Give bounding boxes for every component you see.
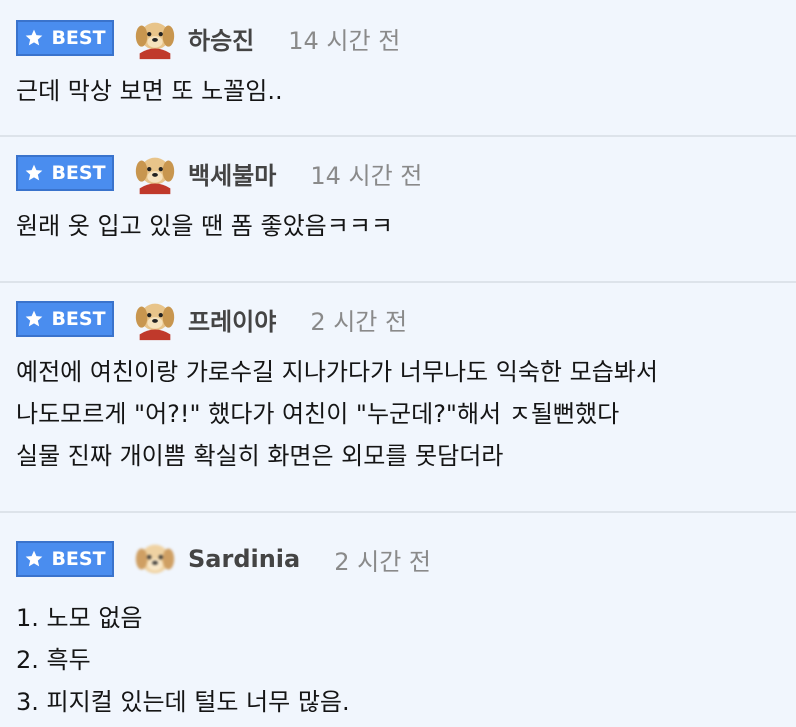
timestamp: 14 시간 전 bbox=[288, 26, 401, 55]
comment-line: 예전에 여친이랑 가로수길 지나가다가 너무나도 익숙한 모습봐서 bbox=[16, 358, 658, 386]
comment-line: 원래 옷 입고 있을 땐 폼 좋았음ㅋㅋㅋ bbox=[16, 212, 393, 240]
star-icon bbox=[26, 310, 43, 327]
best-badge-label: BEST bbox=[51, 548, 106, 570]
star-icon bbox=[26, 29, 43, 46]
comment-body: 근데 막상 보면 또 노꼴임.. bbox=[16, 62, 780, 112]
best-badge-label: BEST bbox=[51, 162, 106, 184]
puppy-avatar-icon[interactable] bbox=[132, 296, 178, 342]
comment-header: BEST Sardinia 2 시간 전 bbox=[16, 535, 780, 583]
comment-list: BEST 하승진 14 시간 전 근데 막상 보면 또 노꼴임.. BEST 백… bbox=[0, 0, 796, 727]
timestamp: 14 시간 전 bbox=[310, 161, 423, 190]
best-badge: BEST bbox=[16, 155, 114, 191]
nickname[interactable]: 하승진 bbox=[188, 21, 254, 56]
comment-body: 예전에 여친이랑 가로수길 지나가다가 너무나도 익숙한 모습봐서 나도모르게 … bbox=[16, 343, 780, 477]
comment-line: 3. 피지컬 있는데 털도 너무 많음. bbox=[16, 688, 350, 716]
comment-line: 나도모르게 "어?!" 했다가 여친이 "누군데?"해서 ㅈ될뻔했다 bbox=[16, 400, 620, 428]
star-icon bbox=[26, 164, 43, 181]
comment-item: BEST 프레이야 2 시간 전 예전에 여친이랑 가로수길 지나가다가 너무나… bbox=[0, 283, 796, 513]
best-badge: BEST bbox=[16, 20, 114, 56]
comment-body: 원래 옷 입고 있을 땐 폼 좋았음ㅋㅋㅋ bbox=[16, 197, 780, 247]
nickname[interactable]: 프레이야 bbox=[188, 302, 276, 337]
comment-item: BEST Sardinia 2 시간 전 1. 노모 없음 2. 흑두 3. 피… bbox=[0, 513, 796, 727]
puppy-avatar-icon[interactable] bbox=[132, 150, 178, 196]
comment-header: BEST 하승진 14 시간 전 bbox=[16, 14, 780, 62]
nickname[interactable]: 백세불마 bbox=[188, 156, 276, 191]
comment-item: BEST 하승진 14 시간 전 근데 막상 보면 또 노꼴임.. bbox=[0, 0, 796, 137]
star-icon bbox=[26, 550, 43, 567]
comment-body: 1. 노모 없음 2. 흑두 3. 피지컬 있는데 털도 너무 많음. bbox=[16, 583, 780, 723]
comment-line: 2. 흑두 bbox=[16, 646, 91, 674]
comment-header: BEST 프레이야 2 시간 전 bbox=[16, 295, 780, 343]
timestamp: 2 시간 전 bbox=[310, 307, 408, 336]
best-badge: BEST bbox=[16, 301, 114, 337]
comment-item: BEST 백세불마 14 시간 전 원래 옷 입고 있을 땐 폼 좋았음ㅋㅋㅋ bbox=[0, 137, 796, 283]
best-badge-label: BEST bbox=[51, 308, 106, 330]
puppy-avatar-icon[interactable] bbox=[132, 15, 178, 61]
comment-line: 실물 진짜 개이쁨 확실히 화면은 외모를 못담더라 bbox=[16, 442, 504, 470]
comment-header: BEST 백세불마 14 시간 전 bbox=[16, 149, 780, 197]
puppy-avatar-icon[interactable] bbox=[132, 536, 178, 582]
nickname[interactable]: Sardinia bbox=[188, 545, 300, 573]
best-badge-label: BEST bbox=[51, 27, 106, 49]
best-badge: BEST bbox=[16, 541, 114, 577]
comment-line: 1. 노모 없음 bbox=[16, 604, 143, 632]
comment-line: 근데 막상 보면 또 노꼴임.. bbox=[16, 77, 283, 105]
timestamp: 2 시간 전 bbox=[334, 547, 432, 576]
